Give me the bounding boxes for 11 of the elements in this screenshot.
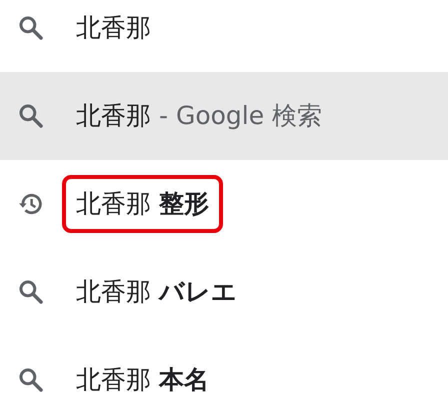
suggestion-row[interactable]: 北香那 bbox=[0, 0, 448, 72]
suggestion-row[interactable]: 北香那 バレエ bbox=[0, 248, 448, 336]
suggestion-text: 北香那 整形 bbox=[62, 175, 223, 233]
suggestion-row[interactable]: 北香那 整形 bbox=[0, 160, 448, 248]
suggestion-text: 北香那 本名 bbox=[75, 364, 210, 396]
suggestion-row[interactable]: 北香那 本名 bbox=[0, 336, 448, 418]
suggestion-text: 北香那 bbox=[75, 100, 152, 132]
search-suffix-text: - Google 検索 bbox=[159, 100, 322, 132]
suggestion-text: 北香那 bbox=[75, 12, 152, 44]
suggestion-row[interactable]: 北香那 - Google 検索 bbox=[0, 72, 448, 160]
suggestion-text: 北香那 バレエ bbox=[75, 276, 238, 308]
